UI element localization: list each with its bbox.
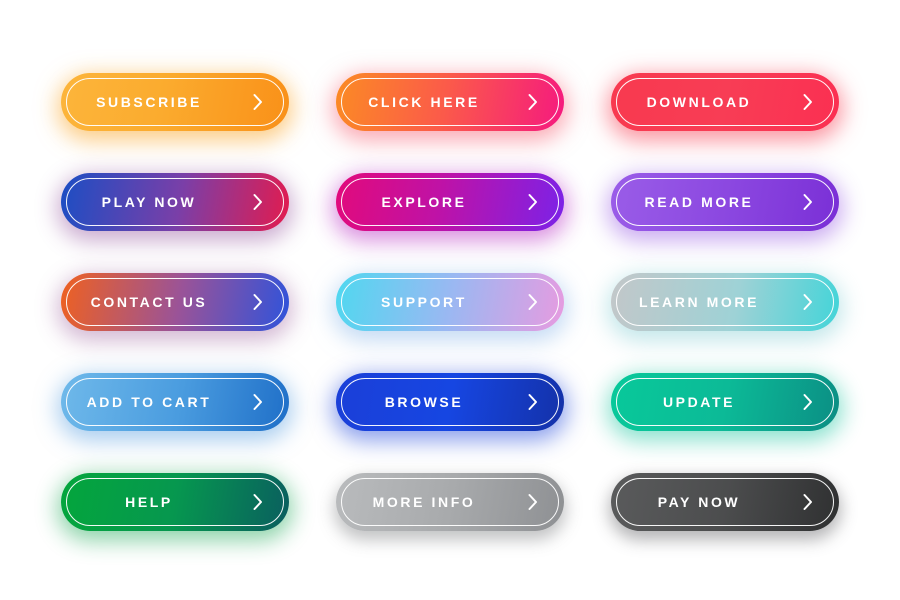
button-grid: SUBSCRIBE CLICK HERE DOWNLOAD PLAY NOW EXPLO… — [0, 0, 900, 600]
button-label: SUBSCRIBE — [96, 94, 202, 110]
click-here-button[interactable]: CLICK HERE — [336, 73, 564, 131]
button-label: ADD TO CART — [86, 394, 212, 410]
button-label: MORE INFO — [372, 494, 476, 510]
button-label: LEARN MORE — [638, 294, 760, 310]
chevron-right-icon — [525, 91, 541, 113]
button-label: SUPPORT — [381, 294, 467, 310]
chevron-right-icon — [525, 491, 541, 513]
button-label: EXPLORE — [381, 194, 467, 210]
learn-more-button[interactable]: LEARN MORE — [611, 273, 839, 331]
chevron-right-icon — [800, 491, 816, 513]
button-label: CONTACT US — [90, 294, 208, 310]
chevron-right-icon — [250, 391, 266, 413]
chevron-right-icon — [800, 191, 816, 213]
button-label: HELP — [125, 494, 173, 510]
chevron-right-icon — [250, 91, 266, 113]
button-label: UPDATE — [662, 394, 736, 410]
download-button[interactable]: DOWNLOAD — [611, 73, 839, 131]
help-button[interactable]: HELP — [61, 473, 289, 531]
button-label: PLAY NOW — [101, 194, 197, 210]
browse-button[interactable]: BROWSE — [336, 373, 564, 431]
chevron-right-icon — [525, 191, 541, 213]
contact-us-button[interactable]: CONTACT US — [61, 273, 289, 331]
subscribe-button[interactable]: SUBSCRIBE — [61, 73, 289, 131]
chevron-right-icon — [800, 91, 816, 113]
more-info-button[interactable]: MORE INFO — [336, 473, 564, 531]
chevron-right-icon — [525, 391, 541, 413]
chevron-right-icon — [250, 191, 266, 213]
read-more-button[interactable]: READ MORE — [611, 173, 839, 231]
button-label: READ MORE — [644, 194, 754, 210]
chevron-right-icon — [800, 291, 816, 313]
pay-now-button[interactable]: PAY NOW — [611, 473, 839, 531]
update-button[interactable]: UPDATE — [611, 373, 839, 431]
button-label: BROWSE — [384, 394, 464, 410]
button-label: DOWNLOAD — [646, 94, 752, 110]
add-to-cart-button[interactable]: ADD TO CART — [61, 373, 289, 431]
support-button[interactable]: SUPPORT — [336, 273, 564, 331]
button-label: CLICK HERE — [368, 94, 480, 110]
chevron-right-icon — [250, 491, 266, 513]
chevron-right-icon — [800, 391, 816, 413]
explore-button[interactable]: EXPLORE — [336, 173, 564, 231]
chevron-right-icon — [525, 291, 541, 313]
chevron-right-icon — [250, 291, 266, 313]
play-now-button[interactable]: PLAY NOW — [61, 173, 289, 231]
button-label: PAY NOW — [657, 494, 741, 510]
